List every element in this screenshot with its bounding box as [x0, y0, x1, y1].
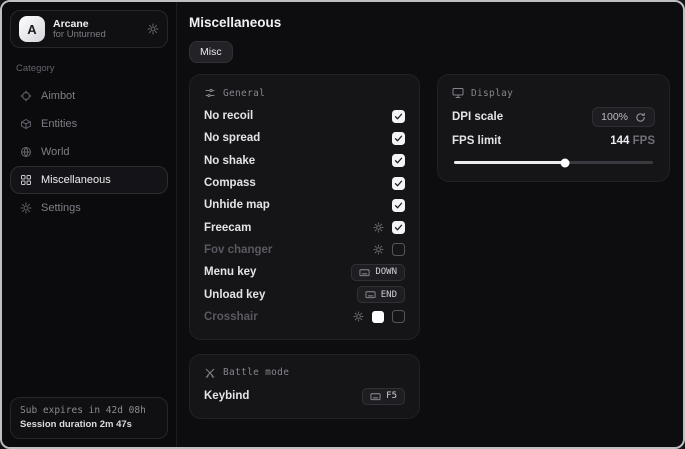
setting-row-no-recoil: No recoil	[204, 105, 405, 127]
keybind-badge[interactable]: END	[357, 286, 405, 303]
setting-row-dpi-scale: DPI scale 100%	[452, 105, 655, 129]
gear-icon[interactable]	[373, 222, 384, 233]
checkbox-unchecked[interactable]	[392, 310, 405, 323]
subscription-info-card: Sub expires in 42d 08h Session duration …	[10, 397, 168, 439]
sliders-icon	[204, 87, 216, 99]
general-card: General No recoil No spread No shake	[189, 74, 420, 340]
checkbox-checked[interactable]	[392, 132, 405, 145]
monitor-icon	[452, 87, 464, 99]
app-window: A Arcane for Unturned Category Aimbot En…	[0, 0, 685, 449]
setting-row-no-shake: No shake	[204, 150, 405, 172]
session-duration-text: Session duration 2m 47s	[20, 418, 158, 431]
sidebar-item-label: World	[41, 146, 70, 158]
sidebar-item-label: Entities	[41, 118, 77, 130]
tab-bar: Misc	[189, 41, 670, 63]
setting-row-fov-changer: Fov changer	[204, 239, 405, 261]
crosshair-icon	[20, 90, 32, 102]
gear-icon[interactable]	[353, 311, 364, 322]
dpi-scale-badge[interactable]: 100%	[592, 107, 655, 127]
sub-expires-text: Sub expires in 42d 08h	[20, 404, 158, 417]
fps-limit-slider[interactable]	[454, 158, 653, 167]
battle-swords-icon	[204, 367, 216, 379]
sidebar-item-miscellaneous[interactable]: Miscellaneous	[10, 166, 168, 194]
slider-thumb[interactable]	[561, 158, 570, 167]
avatar: A	[19, 16, 45, 42]
sidebar-item-label: Settings	[41, 202, 81, 214]
checkbox-checked[interactable]	[392, 221, 405, 234]
setting-row-fps-limit: FPS limit 144 FPS	[452, 129, 655, 153]
gear-sync-icon[interactable]	[147, 23, 159, 35]
category-label: Category	[16, 63, 168, 74]
sidebar-item-settings[interactable]: Settings	[10, 194, 168, 222]
setting-row-unhide-map: Unhide map	[204, 194, 405, 216]
app-subtitle: for Unturned	[53, 30, 139, 41]
setting-row-menu-key: Menu key DOWN	[204, 261, 405, 283]
checkbox-checked[interactable]	[392, 177, 405, 190]
setting-row-no-spread: No spread	[204, 127, 405, 149]
tab-misc[interactable]: Misc	[189, 41, 233, 63]
setting-row-keybind: Keybind F5	[204, 385, 405, 407]
gear-icon[interactable]	[373, 244, 384, 255]
entities-box-icon	[20, 118, 32, 130]
keyboard-icon	[370, 391, 381, 402]
app-card: A Arcane for Unturned	[10, 10, 168, 48]
card-title: Display	[471, 88, 513, 99]
sidebar-item-world[interactable]: World	[10, 138, 168, 166]
sidebar-item-label: Aimbot	[41, 90, 75, 102]
app-name: Arcane	[53, 18, 139, 30]
color-swatch[interactable]	[372, 311, 384, 323]
setting-row-compass: Compass	[204, 172, 405, 194]
page-title: Miscellaneous	[189, 15, 670, 30]
sidebar-item-entities[interactable]: Entities	[10, 110, 168, 138]
setting-row-unload-key: Unload key END	[204, 283, 405, 305]
checkbox-checked[interactable]	[392, 110, 405, 123]
refresh-icon[interactable]	[635, 112, 646, 123]
checkbox-checked[interactable]	[392, 199, 405, 212]
card-title: Battle mode	[223, 367, 289, 378]
sidebar: A Arcane for Unturned Category Aimbot En…	[2, 2, 177, 447]
keyboard-icon	[359, 267, 370, 278]
display-card: Display DPI scale 100% FPS limit 144	[437, 74, 670, 182]
setting-row-freecam: Freecam	[204, 216, 405, 238]
checkbox-checked[interactable]	[392, 154, 405, 167]
globe-icon	[20, 146, 32, 158]
slider-fill	[454, 161, 565, 164]
keybind-badge[interactable]: F5	[362, 388, 405, 405]
sidebar-item-label: Miscellaneous	[41, 174, 111, 186]
checkbox-unchecked[interactable]	[392, 243, 405, 256]
grid-icon	[20, 174, 32, 186]
keyboard-icon	[365, 289, 376, 300]
keybind-badge[interactable]: DOWN	[351, 264, 405, 281]
sidebar-item-aimbot[interactable]: Aimbot	[10, 82, 168, 110]
card-title: General	[223, 88, 265, 99]
setting-row-crosshair: Crosshair	[204, 306, 405, 328]
battle-mode-card: Battle mode Keybind F5	[189, 354, 420, 419]
main-content: Miscellaneous Misc General No recoil	[177, 2, 683, 447]
category-nav: Aimbot Entities World Miscellaneous Sett…	[10, 82, 168, 222]
fps-limit-value: 144 FPS	[610, 135, 655, 147]
gear-icon	[20, 202, 32, 214]
